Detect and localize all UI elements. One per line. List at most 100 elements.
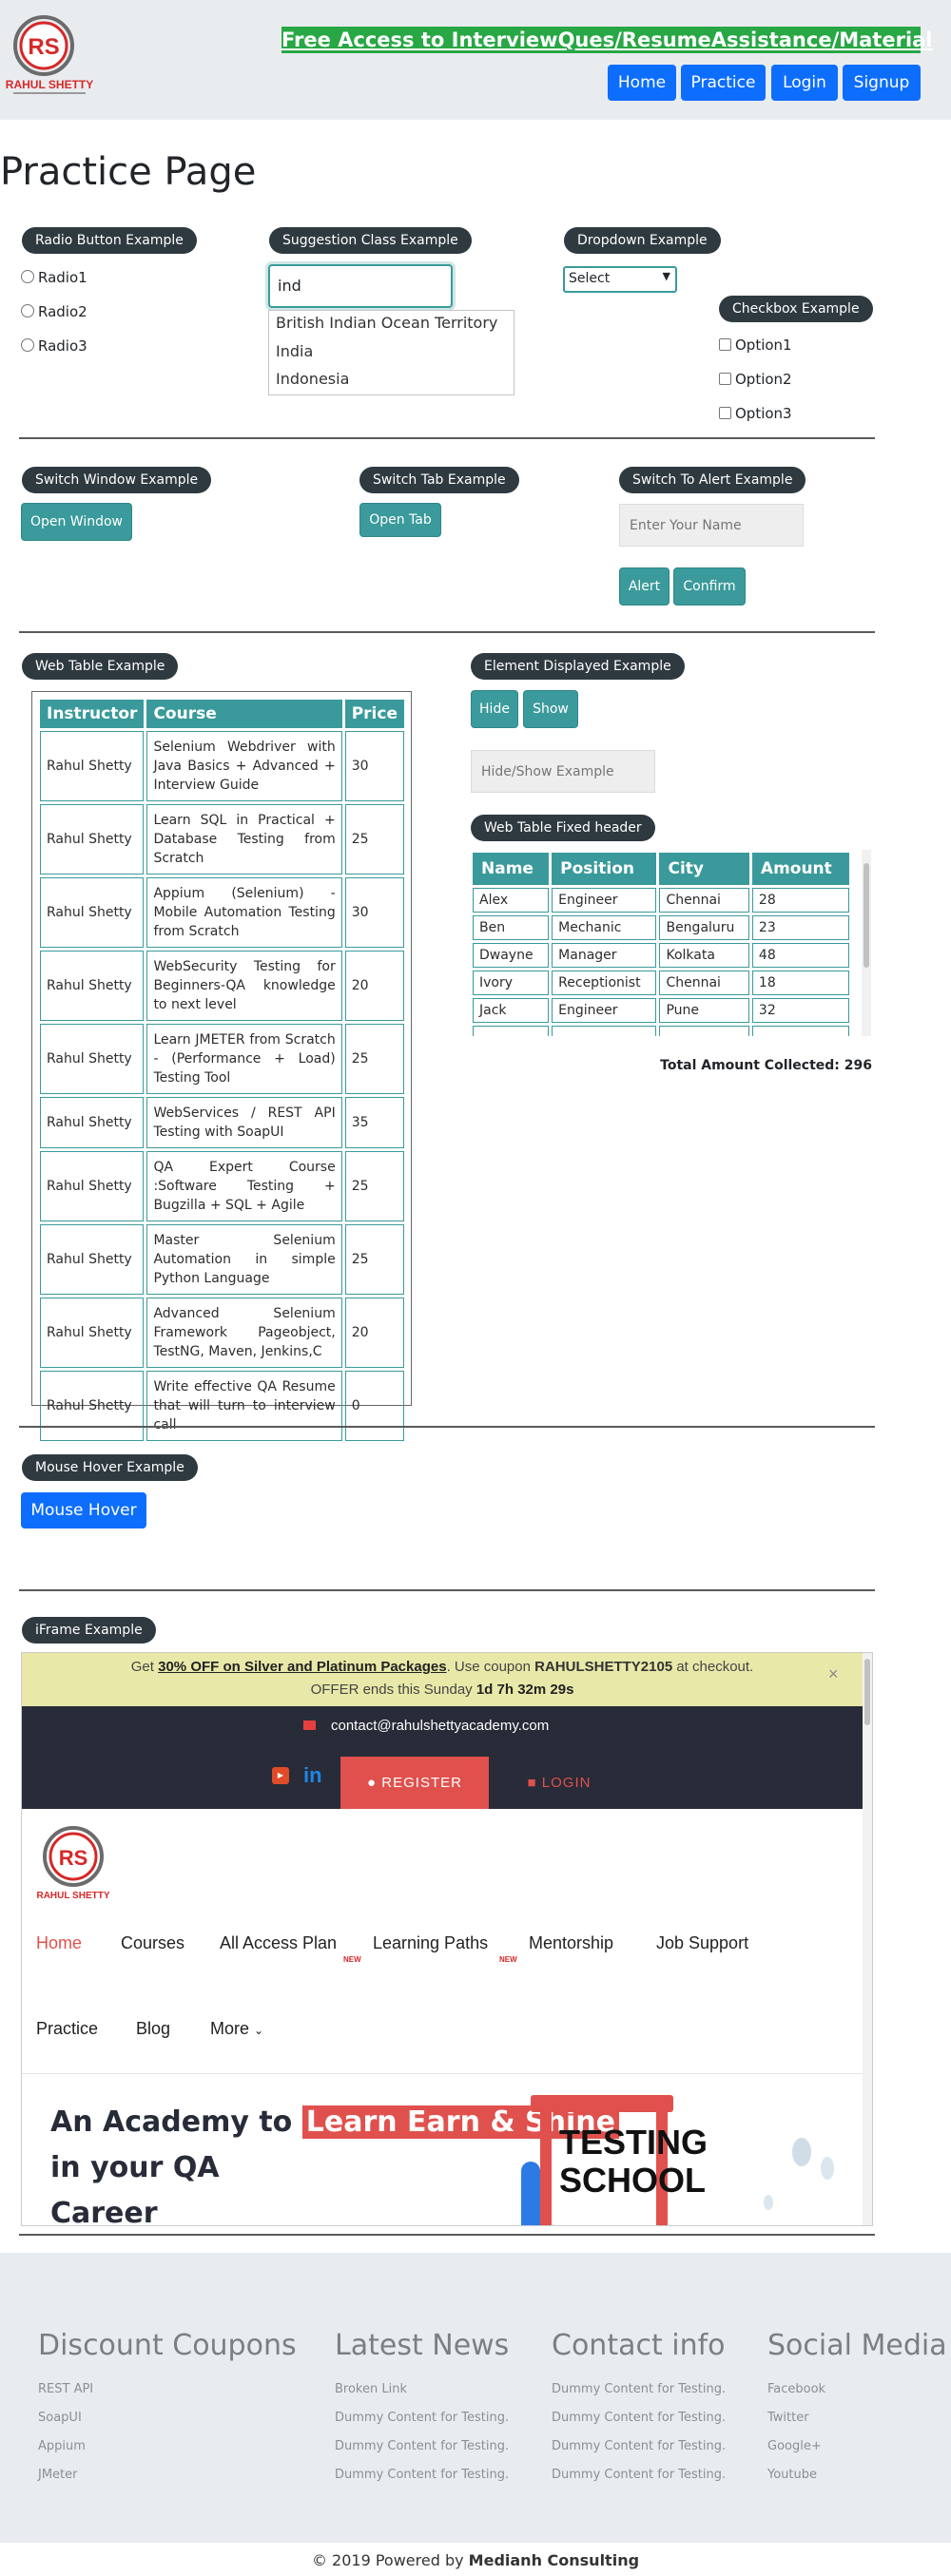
dropdown-selected-value: Select [569, 271, 611, 286]
confirm-button[interactable]: Confirm [673, 567, 746, 606]
nav-login-button[interactable]: Login [771, 65, 838, 101]
course-cell: WebServices / REST API Testing with Soap… [146, 1097, 342, 1148]
name-input[interactable] [619, 504, 804, 547]
mouse-hover-legend: Mouse Hover Example [22, 1454, 198, 1481]
autocomplete-input[interactable]: ind [268, 264, 453, 308]
position-cell: Engineer [552, 998, 657, 1023]
name-cell: Alex [473, 888, 550, 913]
autocomplete-item[interactable]: British Indian Ocean Territory [276, 314, 497, 332]
price-cell: 25 [344, 1224, 404, 1295]
lock-icon: ■ [527, 1775, 542, 1791]
nav-practice-button[interactable]: Practice [681, 65, 766, 101]
footer-link[interactable]: JMeter [38, 2468, 78, 2482]
table-header: Price [344, 700, 404, 728]
footer-link[interactable]: REST API [38, 2382, 93, 2396]
svg-text:RS: RS [59, 1846, 88, 1870]
footer-link[interactable]: Twitter [767, 2411, 809, 2425]
iframe-nav-practice[interactable]: Practice [36, 2019, 98, 2039]
register-button[interactable]: ● REGISTER [340, 1757, 489, 1809]
name-cell: Dwayne [473, 943, 550, 968]
footer-link[interactable]: Dummy Content for Testing. [335, 2411, 509, 2425]
radio2-button[interactable] [21, 304, 34, 317]
youtube-icon[interactable]: ▶ [272, 1767, 289, 1784]
iframe-nav-learning-paths[interactable]: Learning Paths [373, 1933, 488, 1953]
scrollbar[interactable] [863, 1653, 872, 2225]
footer-link[interactable]: SoapUI [38, 2411, 82, 2425]
footer-link[interactable]: Dummy Content for Testing. [552, 2439, 726, 2453]
svg-text:RAHUL SHETTY: RAHUL SHETTY [6, 78, 93, 91]
table-row: Rahul Shetty Learn SQL in Practical + Dat… [40, 804, 404, 875]
fixed-table-scroll[interactable]: Name Position City Amount Alex Engineer Ch… [470, 850, 871, 1036]
table-row: Alex Engineer Chennai 28 [473, 888, 849, 913]
contact-email[interactable]: contact@rahulshettyacademy.com [331, 1718, 549, 1734]
radio3-button[interactable] [21, 338, 34, 352]
radio-legend: Radio Button Example [22, 227, 197, 254]
course-cell: Selenium Webdriver with Java Basics + Ad… [146, 731, 342, 801]
iframe-nav-more[interactable]: More ⌄ [210, 2019, 263, 2039]
total-amount: Total Amount Collected: 296 [660, 1058, 872, 1073]
table-row: Rahul Shetty WebServices / REST API Testi… [40, 1097, 404, 1148]
course-cell: Advanced Selenium Framework Pageobject, … [146, 1298, 342, 1368]
amount-cell: 48 [751, 943, 849, 968]
iframe-nav-job-support[interactable]: Job Support [656, 1933, 748, 1953]
price-cell: 20 [344, 1298, 404, 1368]
autocomplete-item[interactable]: Indonesia [276, 370, 349, 388]
footer-link[interactable]: Youtube [767, 2468, 817, 2482]
footer-link[interactable]: Dummy Content for Testing. [552, 2411, 726, 2425]
iframe-nav-mentorship[interactable]: Mentorship [529, 1933, 613, 1953]
city-cell: Kolkata [659, 943, 749, 968]
city-cell: Bengaluru [659, 915, 749, 940]
open-window-button[interactable]: Open Window [21, 503, 132, 541]
footer-link[interactable]: Google+ [767, 2439, 822, 2453]
iframe-logo[interactable]: RS RAHUL SHETTY [33, 1824, 115, 1904]
company-link[interactable]: Medianh Consulting [469, 2551, 639, 2569]
dropdown-select[interactable]: Select ▼ [563, 266, 677, 293]
autocomplete-item[interactable]: India [276, 342, 313, 360]
footer-link[interactable]: Dummy Content for Testing. [335, 2468, 509, 2482]
logo-icon: RS RAHUL SHETTY [36, 1826, 110, 1901]
iframe-nav-blog[interactable]: Blog [136, 2019, 170, 2039]
promo-offer-link[interactable]: 30% OFF on Silver and Platinum Packages [158, 1659, 446, 1675]
courses-iframe[interactable]: Get 30% OFF on Silver and Platinum Packa… [21, 1652, 873, 2226]
page-title: Practice Page [0, 150, 257, 194]
mouse-hover-button[interactable]: Mouse Hover [21, 1492, 146, 1528]
checkbox-option2[interactable] [719, 373, 731, 385]
scrollbar[interactable] [862, 850, 871, 1036]
chevron-down-icon: ▼ [662, 270, 670, 282]
radio1-button[interactable] [21, 270, 34, 283]
footer-link[interactable]: Appium [38, 2439, 86, 2453]
instructor-cell: Rahul Shetty [40, 1151, 145, 1221]
footer-link[interactable]: Facebook [767, 2382, 825, 2396]
alert-button[interactable]: Alert [619, 567, 670, 606]
footer-link[interactable]: Dummy Content for Testing. [335, 2439, 509, 2453]
nav-home-button[interactable]: Home [608, 65, 676, 101]
open-tab-button[interactable]: Open Tab [359, 503, 441, 537]
copyright: © 2019 Powered by Medianh Consulting [311, 2551, 640, 2569]
iframe-nav-courses[interactable]: Courses [121, 1933, 184, 1953]
linkedin-icon[interactable]: in [303, 1763, 322, 1788]
footer-heading: Latest News [335, 2329, 510, 2362]
instructor-cell: Rahul Shetty [40, 1298, 145, 1368]
nav-signup-button[interactable]: Signup [843, 65, 921, 101]
table-row: Rahul Shetty Selenium Webdriver with Java… [40, 731, 404, 801]
radio3-label: Radio3 [38, 337, 87, 355]
hide-show-input[interactable] [471, 750, 655, 793]
close-icon[interactable]: × [828, 1664, 839, 1684]
checkbox-option1[interactable] [719, 338, 731, 351]
checkbox-option3[interactable] [719, 407, 731, 419]
show-button[interactable]: Show [523, 690, 578, 728]
footer-link[interactable]: Broken Link [335, 2382, 407, 2396]
nav-divider [22, 2073, 863, 2074]
free-access-link[interactable]: Free Access to InterviewQues/ResumeAssis… [281, 27, 933, 53]
logo[interactable]: RS RAHUL SHETTY [6, 11, 93, 97]
hide-button[interactable]: Hide [471, 690, 518, 728]
position-cell: Engineer [552, 888, 657, 913]
name-cell: Ben [473, 915, 550, 940]
footer-link[interactable]: Dummy Content for Testing. [552, 2468, 726, 2482]
iframe-nav-home[interactable]: Home [36, 1933, 82, 1953]
course-cell: Master Selenium Automation in simple Pyt… [146, 1224, 342, 1295]
table-header: Instructor [40, 700, 145, 728]
footer-link[interactable]: Dummy Content for Testing. [552, 2382, 726, 2396]
iframe-nav-all-access[interactable]: All Access Plan [220, 1933, 337, 1953]
login-button[interactable]: ■ LOGIN [512, 1757, 607, 1809]
